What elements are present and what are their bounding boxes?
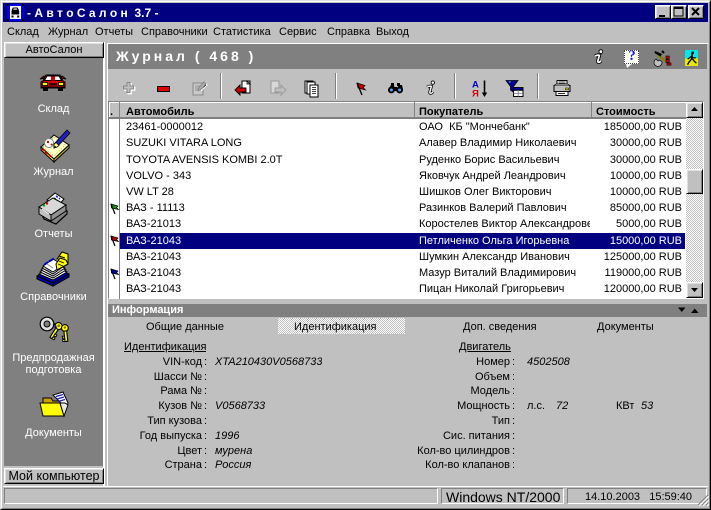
svg-text:Я: Я [472,89,479,99]
